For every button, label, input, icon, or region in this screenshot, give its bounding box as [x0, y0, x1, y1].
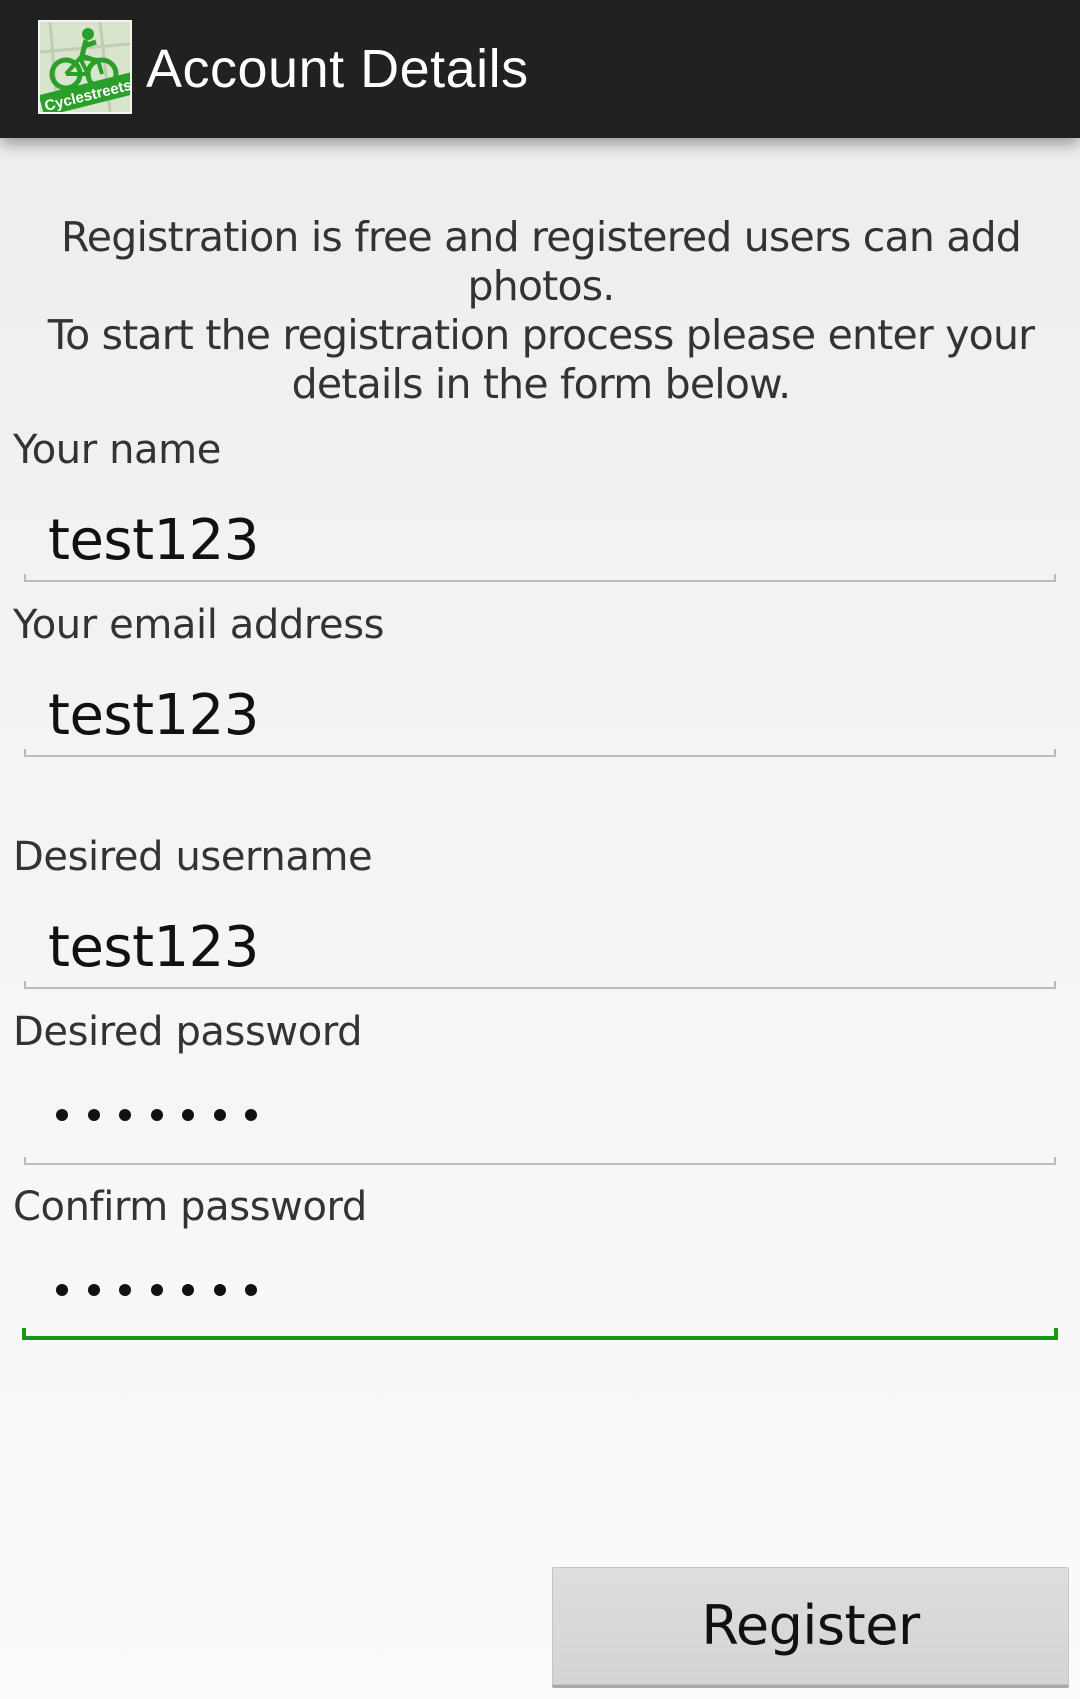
intro-line-1: Registration is free and registered user…: [60, 213, 1022, 310]
name-value: test123: [48, 508, 259, 573]
confirm-password-underline-focused: [22, 1328, 1058, 1340]
mask-dot: [56, 1109, 68, 1121]
confirm-password-field[interactable]: [22, 1256, 1058, 1340]
mask-dot: [213, 1284, 226, 1296]
email-label: Your email address: [13, 602, 385, 648]
mask-dot: [150, 1109, 163, 1121]
intro-line-2: To start the registration process please…: [47, 311, 1035, 359]
mask-dot: [182, 1109, 194, 1121]
mask-dot: [119, 1109, 131, 1121]
email-underline: [24, 749, 1056, 757]
mask-dot: [182, 1284, 194, 1296]
name-underline: [24, 574, 1056, 582]
register-button[interactable]: Register: [552, 1567, 1069, 1685]
username-field[interactable]: test123: [24, 905, 1056, 989]
confirm-password-label: Confirm password: [13, 1184, 367, 1230]
mask-dot: [87, 1284, 100, 1296]
name-field[interactable]: test123: [24, 498, 1056, 582]
mask-dot: [56, 1284, 68, 1296]
email-value: test123: [48, 683, 259, 748]
mask-dot: [213, 1109, 226, 1121]
mask-dot: [87, 1109, 100, 1121]
action-bar: Cyclestreets Account Details: [0, 0, 1080, 138]
password-field[interactable]: [24, 1081, 1056, 1165]
mask-dot: [245, 1284, 257, 1296]
intro-line-3: details in the form below.: [291, 360, 792, 408]
username-underline: [24, 981, 1056, 989]
password-mask: [56, 1109, 257, 1121]
mask-dot: [245, 1109, 257, 1121]
password-underline: [24, 1157, 1056, 1165]
name-label: Your name: [13, 427, 221, 473]
username-value: test123: [48, 915, 259, 980]
intro-text: Registration is free and registered user…: [10, 213, 1072, 409]
email-field[interactable]: test123: [24, 673, 1056, 757]
cyclestreets-logo-icon[interactable]: Cyclestreets: [38, 20, 132, 114]
mask-dot: [119, 1284, 131, 1296]
username-label: Desired username: [13, 834, 373, 880]
password-label: Desired password: [13, 1009, 363, 1055]
page-title: Account Details: [146, 39, 529, 99]
confirm-password-mask: [56, 1284, 257, 1296]
mask-dot: [150, 1284, 163, 1296]
